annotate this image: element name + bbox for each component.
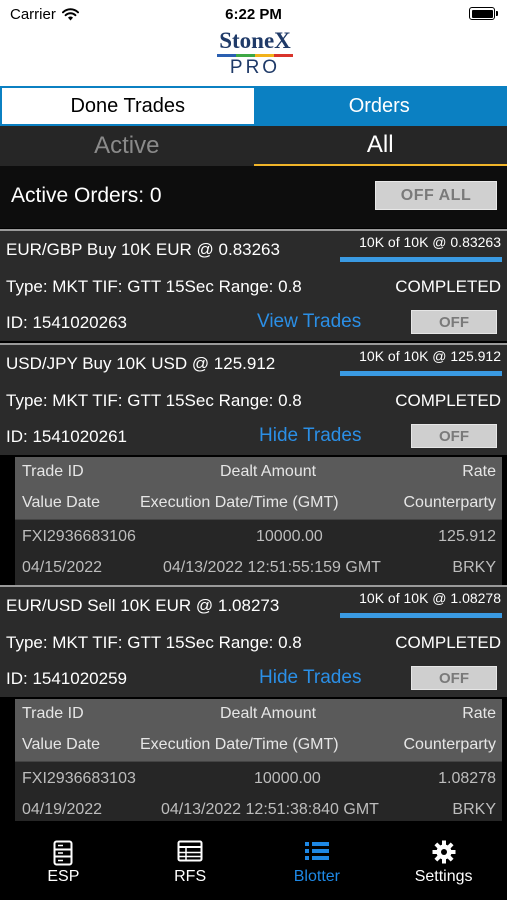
header-trade-id: Trade ID (22, 705, 84, 722)
order-fill-text: 10K of 10K @ 125.912 (359, 348, 501, 364)
order-card: EUR/USD Sell 10K EUR @ 1.08273 10K of 10… (0, 585, 507, 697)
trade-row: FXI2936683103 10000.00 1.08278 04/19/202… (15, 761, 502, 821)
header-exec-time: Execution Date/Time (GMT) (140, 494, 339, 511)
exec-time: 04/13/2022 12:51:55:159 GMT (163, 559, 381, 576)
trade-rate: 125.912 (438, 528, 496, 545)
header-counterparty: Counterparty (403, 494, 497, 511)
stonex-logo: StoneX PRO (205, 28, 305, 80)
header-value-date: Value Date (22, 736, 100, 753)
order-status: COMPLETED (395, 391, 501, 410)
header-value-date: Value Date (22, 494, 100, 511)
order-status: COMPLETED (395, 633, 501, 652)
tab-settings-label: Settings (414, 868, 473, 885)
dealt-amount: 10000.00 (256, 528, 323, 545)
value-date: 04/15/2022 (22, 559, 103, 576)
dealt-amount: 10000.00 (254, 770, 321, 787)
order-type: Type: MKT TIF: GTT 15Sec Range: 0.8 (6, 391, 302, 410)
order-fill-bar (340, 257, 502, 262)
hide-trades-link[interactable]: Hide Trades (259, 425, 361, 447)
table-icon (177, 840, 203, 862)
logo-name: StoneX (219, 28, 291, 53)
trade-header: Trade ID Dealt Amount Rate Value Date Ex… (15, 457, 502, 519)
tab-done-trades[interactable]: Done Trades (2, 88, 254, 124)
order-off-button[interactable]: OFF (411, 424, 497, 448)
trade-details: Trade ID Dealt Amount Rate Value Date Ex… (15, 699, 502, 821)
trade-id: FXI2936683106 (22, 528, 136, 545)
order-title: USD/JPY Buy 10K USD @ 125.912 (6, 354, 276, 373)
order-type: Type: MKT TIF: GTT 15Sec Range: 0.8 (6, 277, 302, 296)
tab-esp[interactable]: ESP (0, 824, 127, 900)
tab-settings[interactable]: Settings (380, 824, 507, 900)
order-card: EUR/GBP Buy 10K EUR @ 0.83263 10K of 10K… (0, 229, 507, 341)
off-all-button[interactable]: OFF ALL (375, 181, 497, 210)
top-tab-bar: Done Trades Orders (0, 86, 507, 126)
sub-tab-bar: Active All (0, 126, 507, 166)
bottom-tab-bar: ESP RFS Blotter Settings (0, 824, 507, 900)
order-fill-bar (340, 613, 502, 618)
app-header: Carrier 6:22 PM StoneX PRO (0, 0, 507, 87)
hide-trades-link[interactable]: Hide Trades (259, 667, 361, 689)
order-title: EUR/GBP Buy 10K EUR @ 0.83263 (6, 240, 280, 259)
order-id: ID: 1541020261 (6, 427, 127, 446)
order-id: ID: 1541020259 (6, 669, 127, 688)
tab-active[interactable]: Active (0, 126, 254, 166)
trade-rate: 1.08278 (438, 770, 496, 787)
order-fill-text: 10K of 10K @ 1.08278 (359, 590, 501, 606)
tab-blotter[interactable]: Blotter (254, 824, 381, 900)
header-dealt-amount: Dealt Amount (220, 705, 317, 722)
header-exec-time: Execution Date/Time (GMT) (140, 736, 339, 753)
header-counterparty: Counterparty (403, 736, 497, 753)
header-dealt-amount: Dealt Amount (220, 463, 317, 480)
view-trades-link[interactable]: View Trades (257, 311, 361, 333)
order-fill-bar (340, 371, 502, 376)
battery-icon (469, 7, 498, 20)
tab-blotter-label: Blotter (293, 868, 340, 885)
exec-time: 04/13/2022 12:51:38:840 GMT (161, 801, 379, 818)
tab-rfs[interactable]: RFS (127, 824, 254, 900)
header-rate: Rate (462, 705, 496, 722)
order-status: COMPLETED (395, 277, 501, 296)
order-type: Type: MKT TIF: GTT 15Sec Range: 0.8 (6, 633, 302, 652)
clock: 6:22 PM (225, 6, 282, 23)
server-icon (53, 840, 73, 866)
trade-id: FXI2936683103 (22, 770, 136, 787)
order-fill-text: 10K of 10K @ 0.83263 (359, 234, 501, 250)
counterparty: BRKY (452, 559, 496, 576)
gear-icon (432, 840, 456, 864)
header-trade-id: Trade ID (22, 463, 84, 480)
tab-esp-label: ESP (47, 868, 80, 885)
trade-row: FXI2936683106 10000.00 125.912 04/15/202… (15, 519, 502, 585)
value-date: 04/19/2022 (22, 801, 103, 818)
order-off-button[interactable]: OFF (411, 310, 497, 334)
header-rate: Rate (462, 463, 496, 480)
active-orders-count: Active Orders: 0 (11, 184, 162, 207)
tab-all[interactable]: All (253, 126, 507, 166)
status-bar: Carrier 6:22 PM (0, 0, 507, 30)
tab-rfs-label: RFS (174, 868, 207, 885)
counterparty: BRKY (452, 801, 496, 818)
order-id: ID: 1541020263 (6, 313, 127, 332)
order-title: EUR/USD Sell 10K EUR @ 1.08273 (6, 596, 280, 615)
list-icon (304, 842, 329, 860)
trade-header: Trade ID Dealt Amount Rate Value Date Ex… (15, 699, 502, 761)
logo-sub: PRO (229, 57, 281, 78)
tab-orders[interactable]: Orders (253, 88, 505, 124)
order-card: USD/JPY Buy 10K USD @ 125.912 10K of 10K… (0, 343, 507, 455)
trade-details: Trade ID Dealt Amount Rate Value Date Ex… (15, 457, 502, 585)
order-off-button[interactable]: OFF (411, 666, 497, 690)
